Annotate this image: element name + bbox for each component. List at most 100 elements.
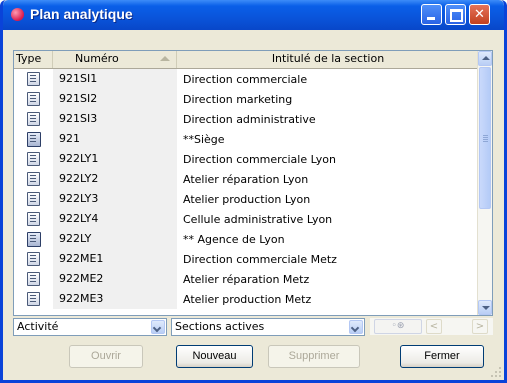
group-section-icon [26,231,41,247]
sections-filter-select[interactable]: Sections actives [171,318,365,336]
grip-icon [483,135,488,136]
table-row[interactable]: 922ME3 Atelier production Metz [14,289,480,309]
numero-cell: 922LY4 [53,209,177,229]
intitule-cell: Atelier production Lyon [183,192,311,206]
column-header-type[interactable]: Type [14,51,53,68]
numero-cell: 922ME2 [53,269,177,289]
supprimer-button[interactable]: Supprimer [268,345,360,368]
numero-cell: 921 [53,129,177,149]
table-row[interactable]: 922LY1 Direction commerciale Lyon [14,149,480,169]
type-cell [14,292,53,306]
type-cell [14,131,53,147]
maximize-button[interactable] [445,4,466,25]
chevron-down-icon[interactable] [151,320,165,334]
ouvrir-button[interactable]: Ouvrir [69,345,143,368]
numero-cell: 921SI2 [53,89,177,109]
sections-filter-value: Sections actives [175,320,265,333]
arrow-up-icon [482,56,490,60]
section-icon [27,212,40,226]
close-icon: ✕ [474,7,485,22]
intitule-cell: Direction commerciale Metz [183,252,337,266]
axe-select-value: Activité [17,320,59,333]
column-header-numero[interactable]: Numéro [53,51,177,68]
title-bar[interactable]: Plan analytique ✕ [3,0,504,30]
close-button[interactable]: ✕ [469,4,490,25]
section-icon [27,172,40,186]
table-row[interactable]: 921SI1 Direction commerciale [14,69,480,89]
type-cell [14,152,53,166]
numero-cell: 922LY [53,229,177,249]
axe-select[interactable]: Activité [13,318,167,336]
table-row[interactable]: 922LY2 Atelier réparation Lyon [14,169,480,189]
section-icon [27,152,40,166]
section-icon [27,292,40,306]
type-cell [14,252,53,266]
table-row[interactable]: 922LY ** Agence de Lyon [14,229,480,249]
nouveau-button[interactable]: Nouveau [176,345,253,368]
type-cell [14,212,53,226]
table-row[interactable]: 921SI2 Direction marketing [14,89,480,109]
chevron-down-icon[interactable] [349,320,363,334]
intitule-cell: Direction commerciale [183,72,308,86]
sort-ascending-icon [160,56,170,61]
column-header-numero-label: Numéro [75,52,119,65]
section-icon [27,72,40,86]
table-row[interactable]: 921SI3 Direction administrative [14,109,480,129]
scroll-thumb[interactable] [479,67,491,209]
table-row[interactable]: 921 **Siège [14,129,480,149]
type-cell [14,92,53,106]
intitule-cell: Atelier réparation Metz [183,272,310,286]
grid-rows: 921SI1 Direction commerciale 921SI2 Directi… [14,69,480,309]
numero-cell: 922LY1 [53,149,177,169]
binoculars-icon[interactable]: ◦⊛ [374,319,422,334]
numero-cell: 922ME1 [53,249,177,269]
type-cell [14,192,53,206]
table-row[interactable]: 922ME1 Direction commerciale Metz [14,249,480,269]
intitule-cell: ** Agence de Lyon [183,232,285,246]
intitule-cell: Atelier réparation Lyon [183,172,309,186]
scroll-left-button[interactable]: < [426,319,442,334]
intitule-cell: Direction marketing [183,92,293,106]
intitule-cell: Cellule administrative Lyon [183,212,333,226]
intitule-cell: Direction commerciale Lyon [183,152,336,166]
filter-bar: Activité Sections actives ◦⊛ < > [13,317,493,336]
scroll-right-button[interactable]: > [472,319,488,334]
arrow-down-icon [482,306,490,310]
scroll-down-button[interactable] [478,300,492,315]
window-title: Plan analytique [30,6,133,22]
app-icon [11,8,24,21]
fermer-button[interactable]: Fermer [400,345,484,368]
vertical-scrollbar[interactable] [477,51,492,315]
plan-analytique-window: Plan analytique ✕ Type Numéro Intitulé d… [0,0,507,383]
type-cell [14,112,53,126]
resize-grip[interactable] [491,367,501,377]
sections-grid: Type Numéro Intitulé de la section 921SI… [13,50,493,316]
numero-cell: 921SI1 [53,69,177,89]
minimize-icon [422,5,441,24]
section-icon [27,112,40,126]
minimize-button[interactable] [421,4,442,25]
grid-header: Type Numéro Intitulé de la section [14,51,480,69]
numero-cell: 922ME3 [53,289,177,309]
table-row[interactable]: 922LY4 Cellule administrative Lyon [14,209,480,229]
section-icon [27,192,40,206]
intitule-cell: **Siège [183,132,225,146]
maximize-icon [446,5,465,24]
section-icon [27,92,40,106]
section-icon [27,252,40,266]
table-row[interactable]: 922ME2 Atelier réparation Metz [14,269,480,289]
numero-cell: 922LY3 [53,189,177,209]
section-icon [27,272,40,286]
type-cell [14,172,53,186]
scroll-up-button[interactable] [478,51,492,66]
horizontal-scrollbar[interactable]: ◦⊛ < > [370,318,493,335]
column-header-intitule[interactable]: Intitulé de la section [177,51,480,68]
intitule-cell: Atelier production Metz [183,292,312,306]
type-cell [14,272,53,286]
intitule-cell: Direction administrative [183,112,316,126]
group-section-icon [26,131,41,147]
type-cell [14,72,53,86]
type-cell [14,231,53,247]
numero-cell: 921SI3 [53,109,177,129]
table-row[interactable]: 922LY3 Atelier production Lyon [14,189,480,209]
